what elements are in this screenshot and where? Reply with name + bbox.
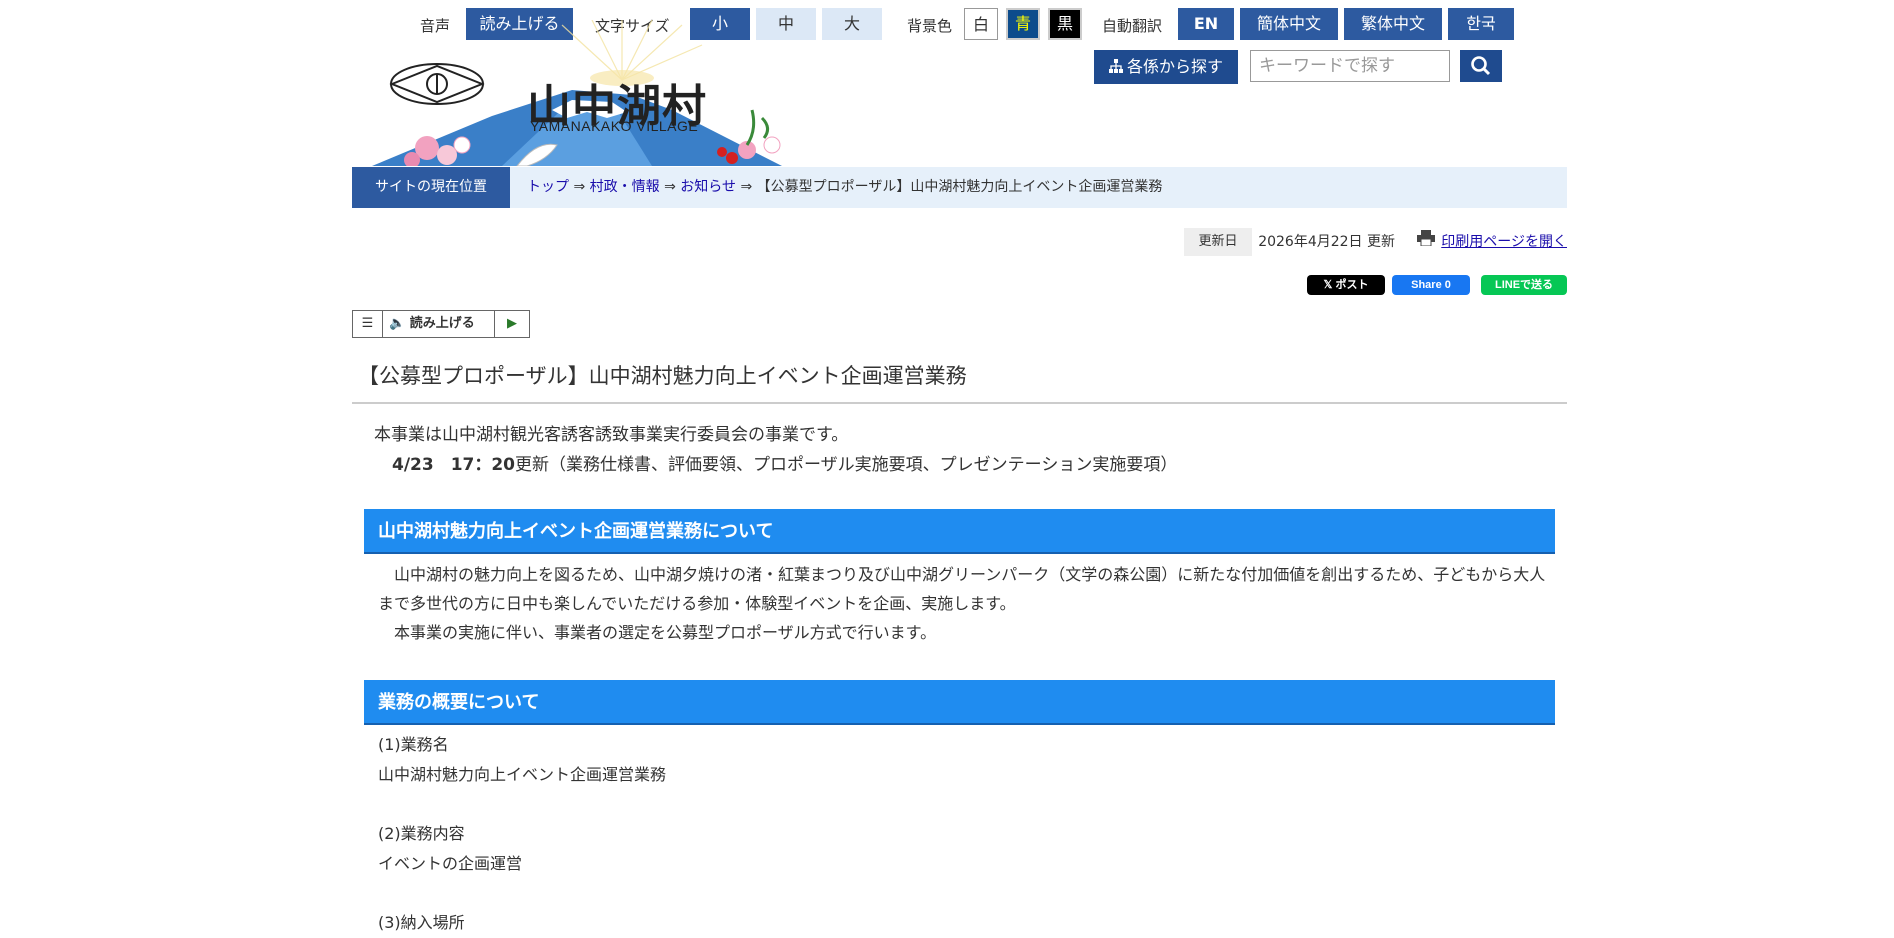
- auto-translate-label: 自動翻訳: [1102, 17, 1163, 35]
- breadcrumb-path: トップ ⇒ 村政・情報 ⇒ お知らせ ⇒ 【公募型プロポーザル】山中湖村魅力向上…: [527, 167, 1162, 208]
- paragraph: 本事業の実施に伴い、事業者の選定を公募型プロポーザル方式で行います。: [378, 623, 937, 642]
- reader-play-button[interactable]: ▶: [495, 311, 529, 337]
- section-about-body: 山中湖村の魅力向上を図るため、山中湖夕焼けの渚・紅葉まつり及び山中湖グリーンパー…: [378, 560, 1548, 647]
- speaker-icon: 🔈: [389, 316, 406, 331]
- reader-read-button[interactable]: 🔈 読み上げる: [383, 311, 495, 337]
- breadcrumb-separator: ⇒: [573, 179, 586, 195]
- reader-read-label: 読み上げる: [409, 316, 475, 331]
- print-page-link[interactable]: 印刷用ページを開く: [1417, 228, 1567, 256]
- keyword-search-input[interactable]: [1250, 50, 1450, 82]
- printer-icon: [1417, 228, 1436, 256]
- updated-label: 更新日: [1184, 228, 1252, 256]
- read-aloud-widget: ☰ 🔈 読み上げる ▶: [352, 310, 530, 338]
- sitemap-icon: [1108, 51, 1123, 85]
- menu-icon: ☰: [361, 316, 374, 331]
- category-search-label: 各係から探す: [1126, 57, 1223, 76]
- lang-zh-simplified-button[interactable]: 簡体中文: [1240, 8, 1338, 40]
- item-body: イベントの企画運営: [378, 853, 523, 873]
- bg-color-label: 背景色: [907, 17, 953, 35]
- facebook-share-button[interactable]: Share 0: [1392, 275, 1470, 295]
- bg-white-button[interactable]: 白: [964, 8, 998, 40]
- x-post-button[interactable]: 𝕏 ポスト: [1307, 275, 1385, 295]
- breadcrumb-link-village[interactable]: 村政・情報: [590, 179, 660, 195]
- update-note: 更新（業務仕様書、評価要領、プロポーザル実施要項、プレゼンテーション実施要項）: [515, 455, 1178, 475]
- lang-ko-button[interactable]: 한국: [1448, 8, 1514, 40]
- play-icon: ▶: [507, 316, 517, 331]
- article-intro: 本事業は山中湖村観光客誘客誘致事業実行委員会の事業です。 4/23 17：20更…: [374, 420, 1177, 480]
- item-heading: (3)納入場所: [378, 913, 465, 932]
- category-search-button[interactable]: 各係から探す: [1094, 50, 1238, 84]
- paragraph: 山中湖村の魅力向上を図るため、山中湖夕焼けの渚・紅葉まつり及び山中湖グリーンパー…: [378, 565, 1546, 613]
- site-logo-banner[interactable]: 山中湖村 YAMANAKAKO VILLAGE: [352, 20, 832, 166]
- intro-line-1: 本事業は山中湖村観光客誘客誘致事業実行委員会の事業です。: [374, 425, 849, 445]
- search-icon: [1471, 56, 1491, 76]
- line-send-button[interactable]: LINEで送る: [1481, 275, 1567, 295]
- intro-line-2: 4/23 17：20更新（業務仕様書、評価要領、プロポーザル実施要項、プレゼンテ…: [374, 450, 1177, 480]
- reader-menu-button[interactable]: ☰: [353, 311, 383, 337]
- site-subtitle: YAMANAKAKO VILLAGE: [530, 118, 699, 134]
- lang-zh-traditional-button[interactable]: 繁体中文: [1344, 8, 1442, 40]
- updated-date: 2026年4月22日 更新: [1258, 234, 1395, 250]
- search-submit-button[interactable]: [1460, 50, 1502, 82]
- item-body: 山中湖村魅力向上イベント企画運営業務: [378, 764, 667, 784]
- bg-blue-button[interactable]: 青: [1006, 8, 1040, 40]
- section-heading-overview: 業務の概要について: [364, 680, 1555, 725]
- section-heading-about: 山中湖村魅力向上イベント企画運営業務について: [364, 509, 1555, 554]
- bg-black-button[interactable]: 黒: [1048, 8, 1082, 40]
- item-heading: (1)業務名: [378, 735, 449, 754]
- breadcrumb-separator: ⇒: [664, 179, 676, 195]
- breadcrumb-link-news[interactable]: お知らせ: [680, 179, 736, 195]
- breadcrumb-separator: ⇒: [740, 179, 753, 195]
- page-title: 【公募型プロポーザル】山中湖村魅力向上イベント企画運営業務: [352, 360, 1567, 404]
- item-heading: (2)業務内容: [378, 824, 465, 843]
- lang-en-button[interactable]: EN: [1178, 8, 1234, 40]
- breadcrumb-current: 【公募型プロポーザル】山中湖村魅力向上イベント企画運営業務: [756, 179, 1163, 195]
- breadcrumb-label: サイトの現在位置: [352, 167, 510, 208]
- breadcrumb-link-top[interactable]: トップ: [527, 179, 569, 195]
- breadcrumb: サイトの現在位置 トップ ⇒ 村政・情報 ⇒ お知らせ ⇒ 【公募型プロポーザル…: [352, 167, 1567, 208]
- section-overview-body: (1)業務名 山中湖村魅力向上イベント企画運営業務 (2)業務内容 イベントの企…: [378, 730, 1548, 938]
- update-timestamp: 4/23 17：20: [392, 455, 516, 475]
- print-page-label: 印刷用ページを開く: [1441, 234, 1567, 250]
